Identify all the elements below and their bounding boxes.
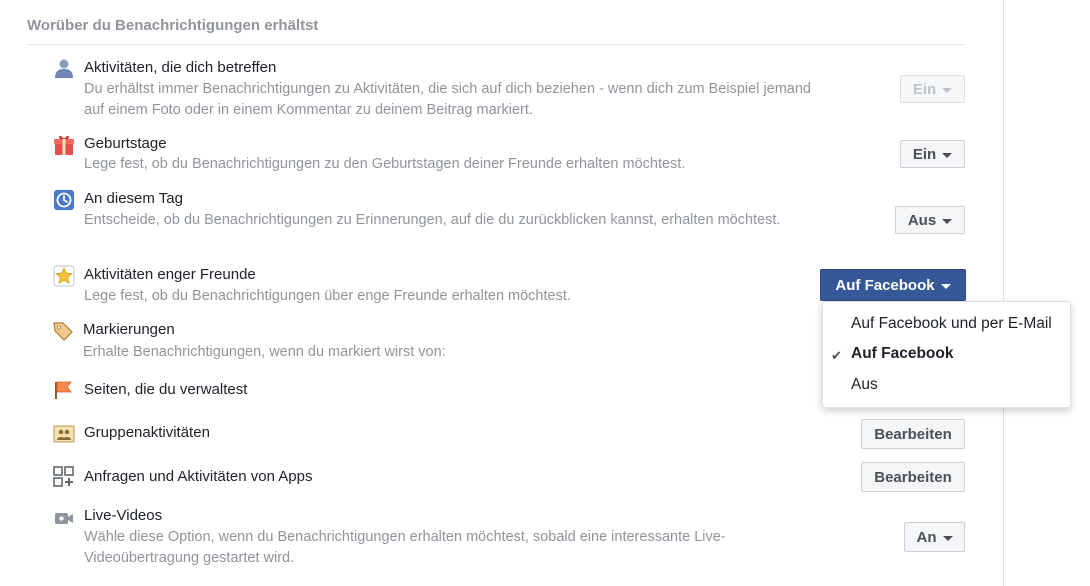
button-label: Auf Facebook xyxy=(835,276,935,294)
caret-down-icon xyxy=(942,218,953,224)
row-title: Live-Videos xyxy=(84,507,163,524)
button-label: Bearbeiten xyxy=(874,468,952,486)
caret-down-icon xyxy=(942,87,953,93)
button-label: Aus xyxy=(907,211,937,229)
row-title: Seiten, die du verwaltest xyxy=(84,381,248,398)
row-title: Geburtstage xyxy=(84,135,167,152)
video-icon xyxy=(55,513,73,524)
gift-icon xyxy=(54,135,74,155)
star-icon xyxy=(53,265,75,287)
row-title: Aktivitäten, die dich betreffen xyxy=(84,59,277,76)
row-description: Du erhältst immer Benachrichtigungen zu … xyxy=(84,81,811,118)
close-friends-dropdown-button[interactable]: Auf Facebook xyxy=(820,269,966,301)
tag-icon xyxy=(53,322,73,341)
group-icon xyxy=(53,425,75,443)
apps-icon xyxy=(53,466,74,487)
caret-down-icon xyxy=(942,152,953,158)
caret-down-icon xyxy=(942,535,953,541)
row-title: Aktivitäten enger Freunde xyxy=(84,266,256,283)
row-title: Anfragen und Aktivitäten von Apps xyxy=(84,468,313,485)
birthdays-toggle-button[interactable]: Ein xyxy=(900,140,965,168)
on-this-day-toggle-button[interactable]: Aus xyxy=(895,206,965,234)
button-label: Ein xyxy=(912,145,937,163)
row-title: Gruppenaktivitäten xyxy=(84,424,210,441)
groups-edit-button[interactable]: Bearbeiten xyxy=(861,419,965,449)
row-description: Wähle diese Option, wenn du Benachrichti… xyxy=(84,529,726,566)
row-description: Erhalte Benachrichtigungen, wenn du mark… xyxy=(83,344,446,360)
person-icon xyxy=(55,59,73,78)
row-title: Markierungen xyxy=(83,321,175,338)
activities-toggle-button: Ein xyxy=(900,75,965,103)
section-title: Worüber du Benachrichtigungen erhältst xyxy=(27,17,319,34)
row-description: Entscheide, ob du Benachrichtigungen zu … xyxy=(84,212,781,228)
button-label: An xyxy=(916,528,937,546)
row-description: Lege fest, ob du Benachrichtigungen zu d… xyxy=(84,156,686,172)
button-label: Bearbeiten xyxy=(874,425,952,443)
button-label: Ein xyxy=(912,80,937,98)
menu-item-off[interactable]: Aus xyxy=(851,376,878,394)
row-title: An diesem Tag xyxy=(84,190,183,207)
apps-edit-button[interactable]: Bearbeiten xyxy=(861,462,965,492)
section-divider xyxy=(27,44,965,45)
menu-item-facebook[interactable]: Auf Facebook xyxy=(851,345,953,363)
right-divider xyxy=(1003,0,1004,586)
clock-icon xyxy=(54,190,74,210)
notification-dropdown-menu: Auf Facebook und per E-Mail Auf Facebook… xyxy=(822,301,1071,408)
flag-icon xyxy=(55,381,72,399)
caret-down-icon xyxy=(940,283,951,289)
row-description: Lege fest, ob du Benachrichtigungen über… xyxy=(84,288,571,304)
menu-item-facebook-and-email[interactable]: Auf Facebook und per E-Mail xyxy=(851,315,1052,333)
live-videos-toggle-button[interactable]: An xyxy=(904,522,965,552)
checkmark-icon: ✔ xyxy=(831,348,842,363)
